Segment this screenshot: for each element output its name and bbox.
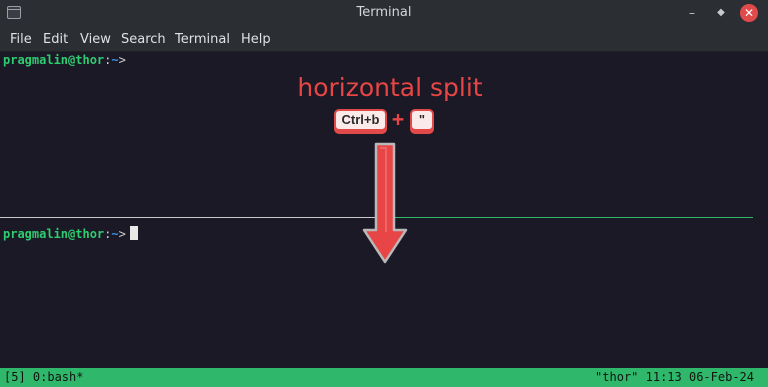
menu-help[interactable]: Help: [241, 32, 271, 47]
menu-terminal[interactable]: Terminal: [175, 32, 230, 47]
annotation-title: horizontal split: [297, 73, 483, 102]
maximize-button[interactable]: ◆: [712, 4, 730, 22]
bottom-pane-prompt: pragmalin@thor:~>: [3, 226, 138, 241]
pane-divider-active: [383, 217, 753, 218]
key-double-quote: ": [410, 109, 434, 131]
tmux-status-bar: [5] 0:bash* "thor" 11:13 06-Feb-24: [0, 368, 768, 387]
menu-search[interactable]: Search: [121, 32, 166, 47]
annotation-plus: +: [391, 107, 405, 131]
down-arrow-icon: [362, 142, 408, 264]
close-button[interactable]: ✕: [740, 4, 758, 22]
prompt-symbol: >: [118, 53, 126, 67]
menu-file[interactable]: File: [10, 32, 32, 47]
prompt-symbol: >: [118, 227, 126, 241]
menu-bar: File Edit View Search Terminal Help: [0, 26, 768, 52]
status-window-list[interactable]: [5] 0:bash*: [4, 370, 83, 384]
prompt-user-host: pragmalin@thor: [3, 227, 105, 241]
menu-view[interactable]: View: [80, 32, 111, 47]
pane-divider-inactive: [0, 217, 383, 218]
prompt-path: ~: [111, 227, 119, 241]
top-pane-prompt: pragmalin@thor:~>: [3, 53, 126, 67]
terminal-area[interactable]: pragmalin@thor:~> pragmalin@thor:~> hori…: [0, 52, 768, 368]
title-bar: Terminal – ◆ ✕: [0, 0, 768, 26]
minimize-button[interactable]: –: [683, 4, 701, 22]
menu-edit[interactable]: Edit: [43, 32, 68, 47]
terminal-window: Terminal – ◆ ✕ File Edit View Search Ter…: [0, 0, 768, 387]
window-title: Terminal: [356, 5, 412, 20]
text-cursor: [129, 226, 138, 240]
prompt-user-host: pragmalin@thor: [3, 53, 105, 67]
prompt-path: ~: [111, 53, 119, 67]
key-ctrl-b: Ctrl+b: [334, 109, 387, 131]
status-host-clock: "thor" 11:13 06-Feb-24: [595, 370, 754, 384]
